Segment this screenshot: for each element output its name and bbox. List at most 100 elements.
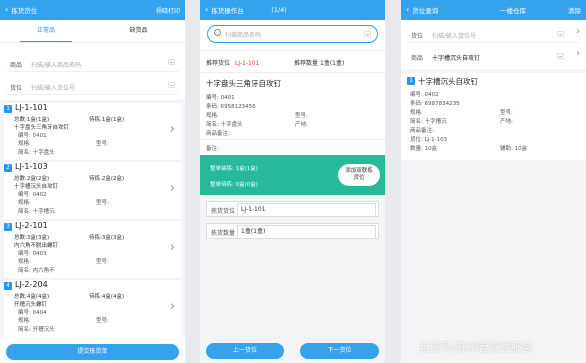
submit-pick-list-button[interactable]: 提交拣货单 <box>6 344 179 360</box>
scan-icon[interactable] <box>168 82 175 88</box>
scan-icon[interactable] <box>168 59 175 65</box>
chevron-right-icon[interactable]: › <box>576 49 580 59</box>
chevron-right-icon[interactable]: › <box>170 300 175 313</box>
item-name: 开槽沉头螺钉 <box>14 302 48 308</box>
tab-normal[interactable]: 正常品 <box>0 20 92 42</box>
result-spec: 规格: <box>410 110 423 116</box>
item-code: 编号: 0401 <box>18 133 47 139</box>
summary-picked: 整单装拣: 1盒(1盒) <box>210 166 258 172</box>
left-header: ‹ 拣货货位 杨晓打印 <box>0 0 185 20</box>
prev-location-button[interactable]: 上一货位 <box>206 343 284 359</box>
pick-loc-label: 拣货货位 <box>211 208 236 215</box>
rec-loc-value: LJ-1-101 <box>234 60 260 67</box>
product-label: 商品 <box>411 55 424 62</box>
chevron-right-icon[interactable]: › <box>170 241 175 254</box>
batch-print-button[interactable]: 杨晓打印 <box>156 6 180 15</box>
item-number: 2 <box>4 164 12 172</box>
item-number: 1 <box>4 105 12 113</box>
result-number: 1 <box>407 77 415 85</box>
middle-bg-lower <box>200 195 385 363</box>
scan-input[interactable]: 扫描商品条码 <box>225 30 261 39</box>
item-location: LJ-2-204 <box>15 280 48 289</box>
location-input[interactable]: 扫描/输入货位号 <box>432 31 476 40</box>
detail-spec: 规格: <box>206 113 219 119</box>
middle-screen: ‹ 拣货操作台 (1/4) 扫描商品条码 推荐货位 LJ-1-101 推荐数量 … <box>200 0 385 363</box>
back-icon[interactable]: ‹ <box>406 6 409 14</box>
chevron-right-icon[interactable]: › <box>576 27 580 37</box>
item-name: 十字盘头三角牙自攻钉 <box>14 125 70 131</box>
product-search-row: 商品 扫描/输入商品名码 <box>6 57 179 72</box>
pick-qty-input[interactable]: 1盒(1盒) <box>237 225 376 239</box>
next-location-button[interactable]: 下一货位 <box>300 343 379 359</box>
item-model: 型号: <box>96 141 109 147</box>
item-total: 总数:2盒(2盒) <box>14 176 50 182</box>
result-code: 编号: 0402 <box>410 92 439 98</box>
product-label: 商品 <box>10 62 23 69</box>
product-name: 十字盘头三角牙自攻钉 <box>206 79 281 88</box>
result-remark: 商品备注: <box>410 128 434 134</box>
summary-pending: 整单待拣: 0盒(0盒) <box>210 182 258 188</box>
pick-loc-input[interactable]: LJ-1-101 <box>237 203 376 217</box>
recommend-row: 推荐货位 LJ-1-101 推荐数量 1盒(1盒) <box>206 58 379 68</box>
scan-icon[interactable] <box>557 31 564 37</box>
chevron-right-icon[interactable]: › <box>170 123 175 136</box>
item-model: 型号: <box>96 318 109 324</box>
item-spec: 规格: <box>18 200 31 206</box>
scan-icon[interactable] <box>364 31 371 37</box>
product-input[interactable]: 扫描/输入商品名码 <box>31 60 81 69</box>
item-total: 总数:4盒(4盒) <box>14 294 50 300</box>
list-item[interactable]: 2 LJ-1-103 总数:2盒(2盒) 待拣:2盒(2盒) 十字槽沉头自攻钉 … <box>4 162 181 219</box>
result-name: 十字槽沉头自攻钉 <box>418 77 478 86</box>
right-title: 货位查询 <box>412 7 439 15</box>
location-label: 货位 <box>411 33 424 40</box>
item-number: 4 <box>4 282 12 290</box>
item-total: 总数:3盒(3盒) <box>14 235 50 241</box>
left-screen: ‹ 拣货货位 杨晓打印 正常品 缺货品 商品 扫描/输入商品名码 货位 扫描/输… <box>0 0 185 363</box>
item-brand: 简名: 十字盘头 <box>18 150 55 156</box>
detail-remark: 商品备注: <box>206 131 230 137</box>
middle-title: 拣货操作台 <box>211 7 244 15</box>
back-icon[interactable]: ‹ <box>205 6 208 14</box>
item-model: 型号: <box>96 200 109 206</box>
add-dual-location-button[interactable]: 添加双联拣货位 <box>338 164 380 186</box>
chevron-right-icon[interactable]: › <box>170 182 175 195</box>
product-input[interactable]: 十字槽沉头自攻钉 <box>432 53 480 62</box>
result-location: 货位: LJ-1-103 <box>410 137 448 143</box>
item-total: 总数:1盒(1盒) <box>14 117 50 123</box>
right-divider <box>401 69 586 73</box>
item-model: 型号: <box>96 259 109 265</box>
result-card: 1 十字槽沉头自攻钉 编号: 0402 条码: 6987834235 规格: 型… <box>407 76 580 156</box>
item-spec: 规格: <box>18 141 31 147</box>
list-item[interactable]: 3 LJ-2-101 总数:3盒(3盒) 待拣:3盒(3盒) 内六角不脱出螺钉 … <box>4 221 181 278</box>
tab-underline <box>20 40 72 42</box>
scan-icon[interactable] <box>557 53 564 59</box>
item-location: LJ-1-101 <box>15 103 48 112</box>
result-model: 型号: <box>500 110 513 116</box>
rec-qty-label: 推荐数量 <box>294 60 319 67</box>
item-pending: 待拣:1盒(1盒) <box>89 117 125 123</box>
item-name: 内六角不脱出螺钉 <box>14 243 59 249</box>
item-brand: 简名: 十字槽沉 <box>18 209 55 215</box>
item-brand: 简名: 内六角不 <box>18 268 55 274</box>
rec-loc-label: 推荐货位 <box>206 60 231 67</box>
detail-brand: 简名: 十字盘头 <box>206 122 243 128</box>
right-location-row: 货位 扫描/输入货位号 › <box>407 27 580 43</box>
search-icon <box>214 29 221 36</box>
list-item[interactable]: 1 LJ-1-101 总数:1盒(1盒) 待拣:1盒(1盒) 十字盘头三角牙自攻… <box>4 103 181 160</box>
tab-shortage[interactable]: 缺货品 <box>92 20 185 42</box>
tab-bar: 正常品 缺货品 <box>0 20 185 43</box>
right-header: ‹ 货位查询 一楼仓库 清除 <box>401 0 586 20</box>
warehouse-name[interactable]: 一楼仓库 <box>458 5 568 15</box>
location-input[interactable]: 扫描/输入货位号 <box>31 83 75 92</box>
item-location: LJ-1-103 <box>15 162 48 171</box>
scan-bar[interactable]: 扫描商品条码 <box>207 25 378 43</box>
clear-button[interactable]: 清除 <box>568 5 581 15</box>
pick-summary-panel: 整单装拣: 1盒(1盒) 整单待拣: 0盒(0盒) 添加双联拣货位 <box>200 155 385 195</box>
back-icon[interactable]: ‹ <box>5 6 8 14</box>
right-product-row: 商品 十字槽沉头自攻钉 › <box>407 49 580 64</box>
list-item[interactable]: 4 LJ-2-204 总数:4盒(4盒) 待拣:4盒(4盒) 开槽沉头螺钉 编号… <box>4 280 181 337</box>
left-title: 拣货货位 <box>11 7 38 15</box>
detail-model: 型号: <box>295 113 308 119</box>
result-aux: 辅助: 10盒 <box>500 146 528 152</box>
pick-qty-label: 拣货数量 <box>211 230 236 237</box>
